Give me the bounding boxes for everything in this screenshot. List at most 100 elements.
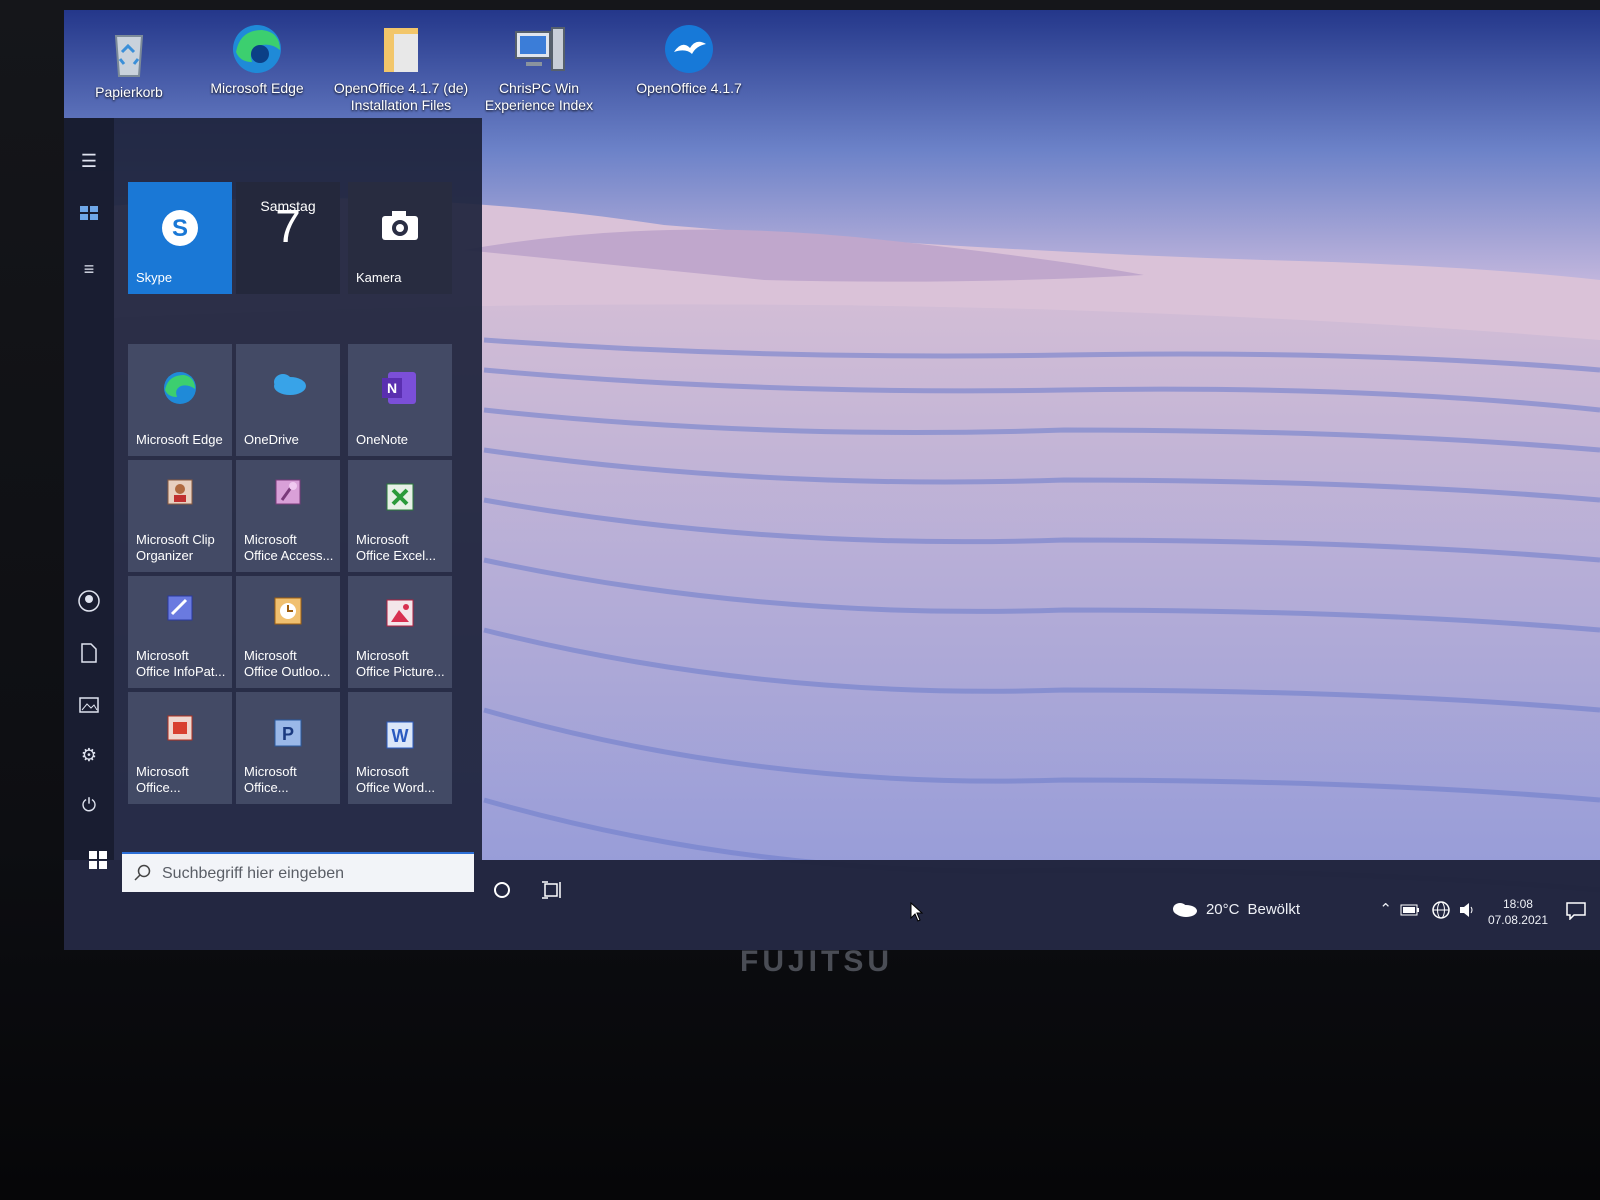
search-input[interactable]: Suchbegriff hier eingeben: [162, 865, 344, 882]
camera-icon: [380, 208, 420, 246]
desktop-icon-chrispc[interactable]: ChrisPC Win Experience Index: [464, 22, 614, 114]
power-icon[interactable]: ⏻: [72, 788, 106, 822]
calendar-date: 7: [275, 200, 301, 252]
pictures-icon[interactable]: [72, 688, 106, 722]
svg-text:W: W: [392, 726, 409, 746]
clock-date: 07.08.2021: [1487, 913, 1548, 927]
notifications-button[interactable]: [1566, 902, 1586, 924]
tile-label: Kamera: [356, 270, 402, 285]
tile-onedrive[interactable]: OneDrive: [236, 344, 340, 456]
network-globe-icon[interactable]: [1432, 901, 1450, 923]
start-menu-rail: ☰ ≡ ⚙ ⏻: [64, 118, 114, 860]
desktop-icon-label: OpenOffice 4.1.7: [636, 80, 742, 96]
tile-label: Microsoft: [244, 648, 297, 663]
cortana-button[interactable]: [484, 872, 520, 908]
tile-office-excel[interactable]: Microsoft Office Excel...: [348, 460, 452, 572]
tile-label-line2: Office Word...: [356, 780, 435, 795]
tile-edge[interactable]: Microsoft Edge: [128, 344, 232, 456]
tile-label: Microsoft: [356, 648, 409, 663]
tile-label: Microsoft: [356, 532, 409, 547]
tile-label: Skype: [136, 270, 173, 285]
tile-label-line2: Organizer: [136, 548, 194, 563]
folder-icon: [374, 22, 428, 76]
tile-label: Microsoft: [244, 532, 297, 547]
tile-camera[interactable]: Kamera: [348, 182, 452, 294]
tile-label-line2: Office...: [244, 780, 289, 795]
chevron-up-icon: ⌃: [1379, 901, 1392, 918]
desktop-icon-openoffice-installation-files[interactable]: OpenOffice 4.1.7 (de) Installation Files: [326, 22, 476, 114]
cloud-icon: [1172, 903, 1197, 917]
desktop-icon-recycle-bin[interactable]: Papierkorb: [64, 26, 194, 101]
tile-office-access[interactable]: Microsoft Office Access...: [236, 460, 340, 572]
edge-icon: [230, 22, 284, 76]
recycle-bin-icon: [102, 26, 156, 80]
clip-organizer-icon: [166, 478, 194, 510]
tile-label: Microsoft: [356, 764, 409, 779]
tile-onenote[interactable]: N OneNote: [348, 344, 452, 456]
volume-icon[interactable]: [1458, 901, 1476, 923]
computer-icon: [512, 22, 566, 76]
tile-office-outlook[interactable]: Microsoft Office Outloo...: [236, 576, 340, 688]
clock-time: 18:08: [1502, 897, 1533, 911]
tile-calendar[interactable]: Samstag 7: [236, 182, 340, 294]
svg-text:S: S: [172, 215, 188, 242]
hamburger-menu-icon[interactable]: ☰: [72, 144, 106, 178]
office-app-icon: P: [273, 718, 303, 752]
task-view-button[interactable]: [534, 872, 570, 908]
tile-label-line2: Office Excel...: [356, 548, 436, 563]
show-hidden-icons-button[interactable]: ⌃: [1379, 900, 1392, 918]
tile-label: OneNote: [356, 432, 409, 447]
tile-label: Microsoft Edge: [136, 432, 223, 447]
desktop-icon-label-line2: Installation Files: [350, 97, 452, 113]
documents-icon[interactable]: [72, 636, 106, 670]
all-apps-icon[interactable]: ≡: [72, 252, 106, 286]
tiles-icon[interactable]: [72, 196, 106, 230]
clock[interactable]: 18:08 07.08.2021: [1488, 896, 1548, 928]
skype-icon: S: [160, 208, 200, 252]
tile-clip-organizer[interactable]: Microsoft Clip Organizer: [128, 460, 232, 572]
tile-label: Microsoft: [244, 764, 297, 779]
weather-temperature: 20°C: [1205, 900, 1240, 918]
edge-icon: [162, 370, 198, 410]
settings-icon[interactable]: ⚙: [72, 738, 106, 772]
user-icon[interactable]: [72, 584, 106, 618]
tile-label-line2: Office Outloo...: [244, 664, 331, 679]
tile-label: Microsoft: [136, 648, 189, 663]
excel-icon: [385, 482, 415, 516]
tile-label-line2: Office Access...: [244, 548, 334, 563]
cortana-icon: [494, 882, 510, 898]
tile-label-line2: Office...: [136, 780, 181, 795]
weather-condition: Bewölkt: [1247, 900, 1300, 918]
desktop-icon-edge[interactable]: Microsoft Edge: [192, 22, 322, 97]
windows-logo-icon: [89, 851, 107, 869]
tile-label: OneDrive: [244, 432, 299, 447]
tile-office-infopath[interactable]: Microsoft Office InfoPat...: [128, 576, 232, 688]
office-app-icon: [166, 714, 194, 746]
desktop-icon-label: Microsoft Edge: [210, 80, 304, 96]
desktop-icon-label: Papierkorb: [95, 84, 163, 100]
tile-office-publisher[interactable]: Microsoft Office...: [128, 692, 232, 804]
svg-text:N: N: [387, 380, 397, 396]
infopath-icon: [166, 594, 194, 626]
battery-icon[interactable]: [1400, 903, 1420, 920]
tile-office-project[interactable]: P Microsoft Office...: [236, 692, 340, 804]
tile-office-picture-manager[interactable]: Microsoft Office Picture...: [348, 576, 452, 688]
tile-label: Microsoft: [136, 764, 189, 779]
task-view-icon: [542, 881, 561, 899]
taskbar-search-box[interactable]: Suchbegriff hier eingeben: [122, 852, 474, 892]
start-button[interactable]: [76, 840, 120, 880]
outlook-icon: [273, 596, 303, 630]
svg-text:P: P: [282, 724, 294, 744]
screen: Papierkorb Microsoft Edge OpenOffice 4.1…: [64, 10, 1600, 950]
laptop-brand-logo: FUJITSU: [740, 945, 894, 978]
weather-widget[interactable]: 20°C Bewölkt: [1170, 900, 1300, 918]
tile-office-word[interactable]: W Microsoft Office Word...: [348, 692, 452, 804]
access-icon: [274, 478, 302, 510]
picture-manager-icon: [385, 598, 415, 632]
tile-skype[interactable]: S Skype: [128, 182, 232, 294]
openoffice-icon: [662, 22, 716, 76]
desktop-icon-openoffice[interactable]: OpenOffice 4.1.7: [614, 22, 764, 97]
word-icon: W: [385, 720, 415, 754]
onenote-icon: N: [382, 370, 418, 410]
tile-label-line2: Office Picture...: [356, 664, 445, 679]
